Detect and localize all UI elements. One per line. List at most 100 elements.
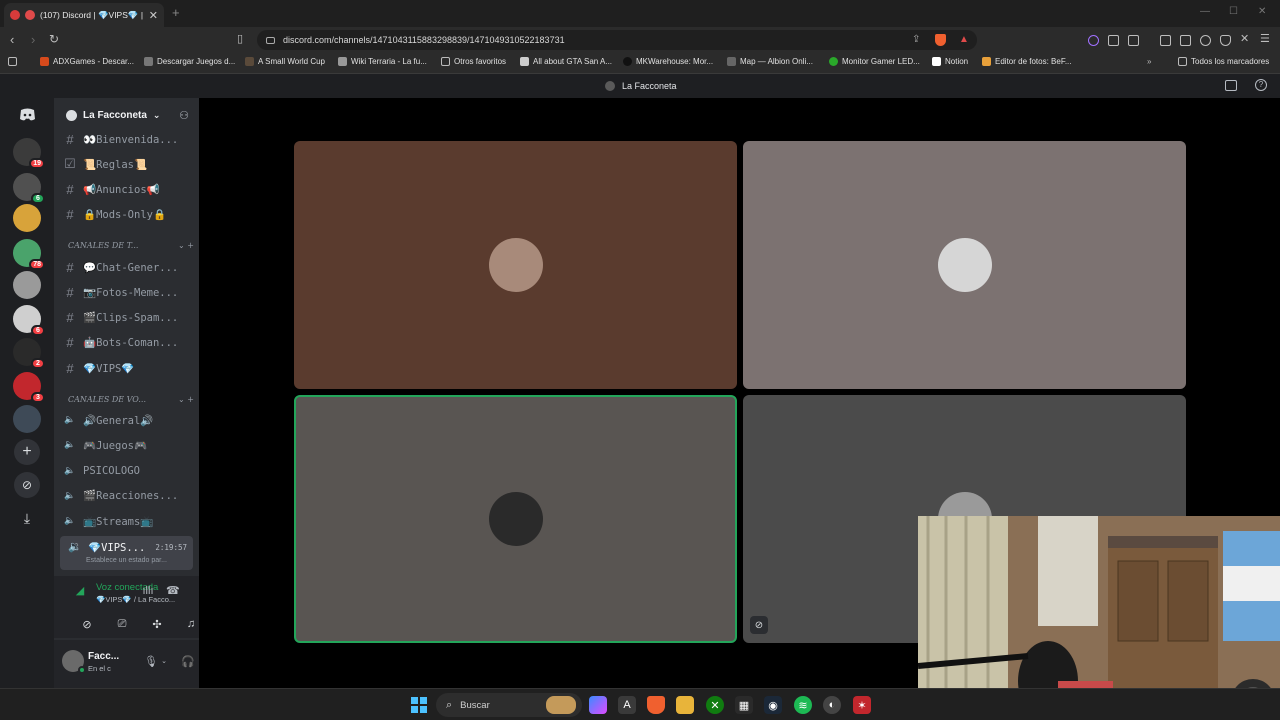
server-icon[interactable]: 19 <box>13 138 45 169</box>
text-channel[interactable]: # 📷Fotos-Meme... <box>64 281 194 303</box>
noise-suppression-icon[interactable]: ıllı <box>142 585 154 597</box>
participant-tile[interactable] <box>743 141 1186 389</box>
steam-icon[interactable]: ◉ <box>764 696 782 714</box>
vpn-icon[interactable] <box>1200 35 1211 46</box>
bookmark-item[interactable]: A Small World Cup <box>245 57 325 66</box>
bookmark-icon[interactable]: ▯ <box>237 32 243 45</box>
server-icon[interactable] <box>13 271 41 299</box>
brave-browser-icon[interactable] <box>647 696 665 714</box>
close-window-button[interactable]: ✕ <box>1258 6 1266 17</box>
channel-category[interactable]: CANALES DE T... ⌄ + <box>68 241 194 250</box>
participant-tile[interactable] <box>294 141 737 389</box>
server-icon[interactable]: 6 <box>13 173 45 204</box>
activities-icon[interactable]: ✣ <box>142 614 172 634</box>
server-header[interactable]: La Facconeta ⌄ ⚇ <box>54 98 199 132</box>
text-channel[interactable]: # 🔒Mods-Only🔒 <box>64 204 194 226</box>
voice-channel[interactable]: 🔈 🔊General🔊 <box>64 409 194 431</box>
minimize-button[interactable]: — <box>1200 6 1210 17</box>
server-icon[interactable] <box>13 405 41 433</box>
all-bookmarks-folder[interactable]: Todos los marcadores <box>1178 57 1269 66</box>
bookmark-item[interactable]: Monitor Gamer LED... <box>829 57 920 66</box>
server-icon[interactable]: 2 <box>13 338 45 369</box>
screenshot-icon[interactable] <box>1128 35 1139 46</box>
file-explorer-icon[interactable] <box>676 696 694 714</box>
sidebar-icon[interactable] <box>1160 35 1171 46</box>
bookmark-item[interactable]: All about GTA San A... <box>520 57 612 66</box>
voice-channel[interactable]: 🔈 📺Streams📺 <box>64 510 194 532</box>
status-placeholder[interactable]: Establece un estado par... <box>86 557 167 564</box>
maximize-button[interactable]: ☐ <box>1229 6 1238 17</box>
screen-share-icon[interactable]: ⎚ <box>107 614 137 634</box>
disconnect-icon[interactable]: ☎ <box>166 585 180 597</box>
url-field[interactable]: discord.com/channels/1471043115883298839… <box>257 30 977 50</box>
participant-tile-speaking[interactable] <box>294 395 737 643</box>
discover-icon[interactable]: ⊘ <box>13 471 41 499</box>
bookmark-item[interactable]: MKWarehouse: Mor... <box>623 57 713 66</box>
bookmark-item[interactable]: ADXGames - Descar... <box>40 57 134 66</box>
app-icon[interactable]: ▦ <box>735 696 753 714</box>
chevron-down-icon[interactable]: ⌄ <box>158 656 170 668</box>
browser-tab[interactable]: (107) Discord | 💎VIPS💎 | L ✕ <box>4 3 164 27</box>
bookmark-item[interactable]: Wiki Terraria - La fu... <box>338 57 427 66</box>
headphones-icon[interactable]: 🎧 <box>181 656 195 668</box>
site-settings-icon[interactable] <box>266 37 275 44</box>
bookmark-folder[interactable]: Otros favoritos <box>441 57 506 66</box>
add-channel-icon[interactable]: ⌄ + <box>178 241 194 250</box>
download-apps-icon[interactable]: ⤓ <box>13 504 41 532</box>
spotify-icon[interactable]: ≋ <box>794 696 812 714</box>
forward-icon[interactable]: › <box>31 32 35 47</box>
new-tab-button[interactable]: + <box>172 5 180 20</box>
text-channel[interactable]: # 👀Bienvenida... <box>64 128 194 150</box>
shield-icon[interactable] <box>1220 35 1231 46</box>
invite-icon[interactable]: ⚇ <box>179 109 189 122</box>
more-bookmarks-icon[interactable]: » <box>1147 57 1151 66</box>
wallet-icon[interactable] <box>1180 35 1191 46</box>
menu-icon[interactable]: ☰ <box>1260 32 1270 45</box>
bookmark-item[interactable]: Editor de fotos: BeF... <box>982 57 1071 66</box>
inbox-icon[interactable] <box>1225 80 1237 91</box>
apps-grid-icon[interactable] <box>8 57 17 66</box>
share-icon[interactable]: ⇪ <box>912 30 920 50</box>
voice-channel[interactable]: 🔈 🎬Reacciones... <box>64 485 194 507</box>
muted-mic-icon[interactable]: ⊘ <box>750 616 768 634</box>
xbox-icon[interactable]: ✕ <box>706 696 724 714</box>
reload-icon[interactable]: ↻ <box>49 32 59 46</box>
text-channel[interactable]: # 🤖Bots-Coman... <box>64 332 194 354</box>
text-channel[interactable]: # 📢Anuncios📢 <box>64 179 194 201</box>
brave-shields-icon[interactable] <box>935 34 946 46</box>
signal-icon[interactable]: ◢ <box>74 585 86 597</box>
brave-rewards-icon[interactable]: ▲ <box>959 30 969 50</box>
extensions-icon[interactable] <box>1108 35 1119 46</box>
app-icon[interactable]: A <box>618 696 636 714</box>
server-icon[interactable]: 3 <box>13 372 45 403</box>
video-off-icon[interactable]: ⊘ <box>72 614 102 634</box>
voice-channel-active[interactable]: 🔉 💎VIPS... 2:19:57 Establece un estado p… <box>60 536 193 570</box>
text-channel[interactable]: # 💬Chat-Gener... <box>64 256 194 278</box>
bookmark-item[interactable]: Descargar Juegos d... <box>144 57 235 66</box>
server-icon[interactable]: 6 <box>13 305 45 336</box>
app-icon[interactable]: ✶ <box>853 696 871 714</box>
server-icon[interactable]: 78 <box>13 239 45 270</box>
username[interactable]: Facc... <box>88 651 119 662</box>
text-channel[interactable]: # 💎VIPS💎 <box>64 357 194 379</box>
microphone-icon[interactable]: 🎙 <box>144 656 158 668</box>
close-icon[interactable]: ✕ <box>1240 32 1249 45</box>
back-icon[interactable]: ‹ <box>10 32 14 47</box>
bookmark-item[interactable]: Notion <box>932 57 968 66</box>
voice-channel[interactable]: 🔈 PSICOLOGO <box>64 460 194 482</box>
add-channel-icon[interactable]: ⌄ + <box>178 395 194 404</box>
bookmark-item[interactable]: Map — Albion Onli... <box>727 57 813 66</box>
add-server-icon[interactable]: + <box>13 438 41 466</box>
voice-channel[interactable]: 🔈 🎮Juegos🎮 <box>64 434 194 456</box>
audio-indicator-icon[interactable] <box>25 10 35 20</box>
channel-category[interactable]: CANALES DE VO... ⌄ + <box>68 395 194 404</box>
text-channel[interactable]: # 🎬Clips-Spam... <box>64 307 194 329</box>
leo-ai-icon[interactable] <box>1088 35 1099 46</box>
app-icon[interactable]: ◐ <box>823 696 841 714</box>
voice-location[interactable]: 💎VIPS💎 / La Facco... <box>96 595 175 604</box>
server-icon[interactable] <box>13 204 41 232</box>
discord-home-icon[interactable] <box>13 100 41 128</box>
help-icon[interactable]: ? <box>1255 79 1267 91</box>
close-tab-icon[interactable]: ✕ <box>149 9 158 22</box>
search-box[interactable]: ⌕ Buscar <box>436 693 582 717</box>
